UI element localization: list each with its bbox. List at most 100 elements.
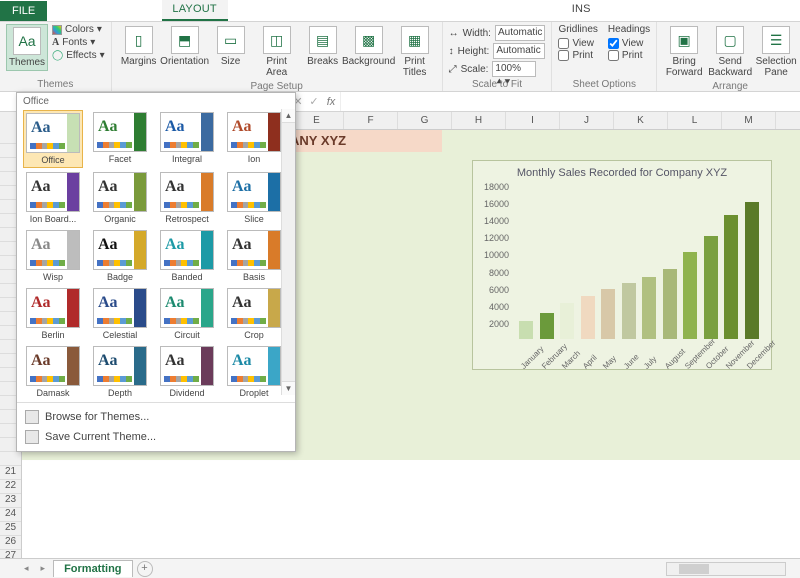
effects-icon: ◯ — [52, 50, 63, 61]
col-header-I[interactable]: I — [506, 112, 560, 129]
group-themes: Aa Themes Colors ▾ AFonts ▾ ◯Effects ▾ T… — [0, 22, 112, 91]
row-header-24[interactable]: 24 — [0, 508, 21, 522]
theme-option-retrospect[interactable]: AaRetrospect — [157, 170, 217, 226]
fonts-menu[interactable]: AFonts ▾ — [52, 37, 105, 48]
tab-page-layout[interactable]: PAGE LAYOUT — [162, 0, 228, 21]
themes-button[interactable]: Aa Themes — [6, 24, 48, 71]
save-theme-item[interactable]: Save Current Theme... — [23, 427, 289, 447]
col-header-J[interactable]: J — [560, 112, 614, 129]
themes-label: Themes — [9, 57, 45, 68]
chart-ytick: 18000 — [479, 182, 509, 192]
sheet-tab-active[interactable]: Formatting — [53, 560, 132, 577]
col-header-G[interactable]: G — [398, 112, 452, 129]
col-header-M[interactable]: M — [722, 112, 776, 129]
theme-option-banded[interactable]: AaBanded — [157, 228, 217, 284]
tab-data[interactable]: DATA — [311, 0, 360, 21]
row-header-22[interactable]: 22 — [0, 480, 21, 494]
theme-option-wisp[interactable]: AaWisp — [23, 228, 83, 284]
theme-option-depth[interactable]: AaDepth — [90, 344, 150, 400]
theme-name-label: Circuit — [157, 330, 217, 340]
embedded-chart[interactable]: Monthly Sales Recorded for Company XYZ 2… — [472, 160, 772, 370]
headings-print-checkbox[interactable]: Print — [608, 50, 650, 61]
col-header-L[interactable]: L — [668, 112, 722, 129]
headings-view-checkbox[interactable]: View — [608, 38, 650, 49]
bring-forward-button[interactable]: ▣Bring Forward — [663, 24, 705, 80]
chart-plot-area: 2000400060008000100001200014000160001800… — [513, 187, 763, 339]
row-header-26[interactable]: 26 — [0, 536, 21, 550]
theme-option-badge[interactable]: AaBadge — [90, 228, 150, 284]
fx-label[interactable]: fx — [322, 96, 340, 108]
breaks-button[interactable]: ▤Breaks — [302, 24, 344, 69]
theme-option-integral[interactable]: AaIntegral — [157, 110, 217, 168]
colors-menu[interactable]: Colors ▾ — [52, 24, 105, 35]
selection-pane-button[interactable]: ☰Selection Pane — [755, 24, 797, 80]
tab-view[interactable]: VIEW — [424, 0, 473, 21]
enter-icon[interactable]: ✓ — [306, 95, 322, 108]
margins-button[interactable]: ▯Margins — [118, 24, 160, 69]
tab-pdf[interactable]: PDF — [609, 0, 652, 21]
chart-xlabel: April — [581, 353, 599, 371]
theme-name-label: Ion — [224, 154, 284, 164]
col-header-H[interactable]: H — [452, 112, 506, 129]
formula-input[interactable] — [340, 92, 800, 111]
scale-spinner[interactable]: 100% ⯅⯆ — [492, 61, 536, 77]
chart-xlabel: May — [601, 354, 618, 371]
theme-option-ion-board-[interactable]: AaIon Board... — [23, 170, 83, 226]
horizontal-scrollbar[interactable] — [666, 562, 786, 576]
theme-name-label: Ion Board... — [23, 214, 83, 224]
sheet-nav-next[interactable]: ▸ — [37, 563, 50, 574]
col-header-E[interactable]: E — [290, 112, 344, 129]
row-header-23[interactable]: 23 — [0, 494, 21, 508]
tab-review[interactable]: REVIEW — [359, 0, 424, 21]
theme-option-ion[interactable]: AaIon — [224, 110, 284, 168]
send-backward-icon: ▢ — [716, 26, 744, 54]
col-header-F[interactable]: F — [344, 112, 398, 129]
theme-option-dividend[interactable]: AaDividend — [157, 344, 217, 400]
gridlines-print-checkbox[interactable]: Print — [558, 50, 597, 61]
row-header-21[interactable]: 21 — [0, 466, 21, 480]
tab-formulas[interactable]: FORMULAS — [228, 0, 311, 21]
background-button[interactable]: ▩Background — [348, 24, 390, 69]
browse-themes-item[interactable]: Browse for Themes... — [23, 407, 289, 427]
theme-option-damask[interactable]: AaDamask — [23, 344, 83, 400]
add-sheet-button[interactable]: + — [137, 561, 153, 577]
theme-option-circuit[interactable]: AaCircuit — [157, 286, 217, 342]
scroll-down-icon[interactable]: ▼ — [282, 381, 295, 395]
tab-powerpivot[interactable]: POWERPIVOT — [652, 0, 749, 21]
gridlines-view-checkbox[interactable]: View — [558, 38, 597, 49]
size-icon: ▭ — [217, 26, 245, 54]
theme-option-facet[interactable]: AaFacet — [90, 110, 150, 168]
theme-option-crop[interactable]: AaCrop — [224, 286, 284, 342]
scroll-up-icon[interactable]: ▲ — [282, 109, 295, 123]
width-select[interactable]: Automatic ▾ — [495, 25, 545, 41]
size-button[interactable]: ▭Size — [210, 24, 252, 69]
themes-scrollbar[interactable]: ▲ ▼ — [281, 109, 295, 395]
sheet-nav-prev[interactable]: ◂ — [20, 563, 33, 574]
print-area-button[interactable]: ◫Print Area — [256, 24, 298, 80]
file-tab[interactable]: FILE — [0, 1, 47, 21]
tab-insert[interactable]: INSERT — [101, 0, 162, 21]
tab-add-ins[interactable]: ADD-INS — [562, 0, 610, 21]
chart-bar — [704, 236, 718, 339]
theme-option-droplet[interactable]: AaDroplet — [224, 344, 284, 400]
theme-option-celestial[interactable]: AaCelestial — [90, 286, 150, 342]
col-header-K[interactable]: K — [614, 112, 668, 129]
theme-option-office[interactable]: AaOffice — [23, 110, 83, 168]
tab-home[interactable]: HOME — [47, 0, 101, 21]
print-titles-icon: ▦ — [401, 26, 429, 54]
theme-name-label: Damask — [23, 388, 83, 398]
theme-option-organic[interactable]: AaOrganic — [90, 170, 150, 226]
effects-menu[interactable]: ◯Effects ▾ — [52, 50, 105, 61]
send-backward-button[interactable]: ▢Send Backward — [709, 24, 751, 80]
tab-developer[interactable]: DEVELOPER — [473, 0, 562, 21]
tab-team[interactable]: Team — [749, 0, 800, 21]
orientation-button[interactable]: ⬒Orientation — [164, 24, 206, 69]
height-select[interactable]: Automatic ▾ — [493, 43, 545, 59]
print-titles-button[interactable]: ▦Print Titles — [394, 24, 436, 80]
chart-ytick: 4000 — [479, 302, 509, 312]
row-header-25[interactable]: 25 — [0, 522, 21, 536]
theme-option-slice[interactable]: AaSlice — [224, 170, 284, 226]
group-sheet-options: Gridlines View Print Headings View Print… — [552, 22, 657, 91]
theme-option-berlin[interactable]: AaBerlin — [23, 286, 83, 342]
theme-option-basis[interactable]: AaBasis — [224, 228, 284, 284]
